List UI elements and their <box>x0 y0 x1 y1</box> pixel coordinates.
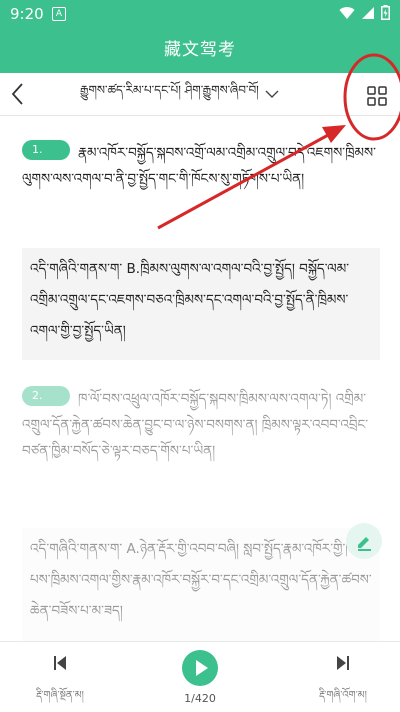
chevron-down-icon <box>265 90 279 98</box>
question-number: 2. <box>22 386 70 406</box>
chapter-label: རྒྱུགས་ཚད་རིམ་པ་དང་པོ། ཤིག་རྒྱུགས་ཞིབ་བོ… <box>80 83 259 97</box>
answer-text: འདི་གཞིའི་གནས་ག་ B.ཁྲིམས་ལུགས་ལ་འགལ་བའི་… <box>30 261 350 339</box>
question-item[interactable]: 1. རྣམ་འཁོར་བསྐྱོད་སྐབས་འགྲོ་ལམ་འགྲིམ་འག… <box>22 140 380 218</box>
chevron-left-icon <box>11 83 23 105</box>
next-label: རྡི་གཞི་འོག་མ། <box>319 690 367 701</box>
next-question-button[interactable]: རྡི་གཞི་འོག་མ། <box>314 654 372 704</box>
play-button[interactable] <box>182 650 218 686</box>
play-icon <box>196 660 208 676</box>
question-list: 1. རྣམ་འཁོར་བསྐྱོད་སྐབས་འགྲོ་ལམ་འགྲིམ་འག… <box>0 116 400 641</box>
note-button[interactable] <box>346 523 382 559</box>
bottom-nav: རྡི་གཞི་སྔོན་མ། 1/420 རྡི་གཞི་འོག་མ། <box>0 641 400 712</box>
signal-icon <box>362 6 374 19</box>
previous-question-button[interactable]: རྡི་གཞི་སྔོན་མ། <box>36 654 84 704</box>
chapter-dropdown[interactable]: རྒྱུགས་ཚད་རིམ་པ་དང་པོ། ཤིག་རྒྱུགས་ཞིབ་བོ… <box>80 81 340 107</box>
status-time: 9:20 <box>10 5 44 23</box>
question-grid-button[interactable] <box>366 85 388 107</box>
edit-icon <box>358 537 371 551</box>
question-item[interactable]: 2. ཁ་ལོ་བས་འཕྲུལ་འཁོར་བསྐྱོད་སྐབས་ཁྲིམས་… <box>22 386 380 490</box>
status-bar: 9:20 A <box>0 0 400 28</box>
back-button[interactable] <box>8 81 32 107</box>
question-text: ཁ་ལོ་བས་འཕྲུལ་འཁོར་བསྐྱོད་སྐབས་ཁྲིམས་ལས་… <box>22 391 369 459</box>
skip-previous-icon <box>54 656 66 670</box>
answer-explanation: འདི་གཞིའི་གནས་ག་ B.ཁྲིམས་ལུགས་ལ་འགལ་བའི་… <box>22 248 380 360</box>
answer-text: འདི་གཞིའི་གནས་ག་ A.ཉེན་རྡོར་གྱི་འབབ་བཞི།… <box>30 541 372 619</box>
question-text: རྣམ་འཁོར་བསྐྱོད་སྐབས་འགྲོ་ལམ་འགྲིམ་འགྲུལ… <box>22 145 376 187</box>
previous-label: རྡི་གཞི་སྔོན་མ། <box>36 690 84 701</box>
battery-icon <box>381 5 390 20</box>
notification-icon: A <box>52 7 66 21</box>
page-counter: 1/420 <box>184 692 216 705</box>
skip-next-icon <box>337 656 349 670</box>
app-title: 藏文驾考 <box>164 40 236 60</box>
question-number: 1. <box>22 140 70 160</box>
chapter-toolbar: རྒྱུགས་ཚད་རིམ་པ་དང་པོ། ཤིག་རྒྱུགས་ཞིབ་བོ… <box>0 73 400 116</box>
app-bar: 藏文驾考 <box>0 28 400 73</box>
answer-explanation: འདི་གཞིའི་གནས་ག་ A.ཉེན་རྡོར་གྱི་འབབ་བཞི།… <box>22 528 380 641</box>
grid-icon <box>367 86 387 106</box>
wifi-icon <box>339 6 355 19</box>
status-icons <box>339 5 390 20</box>
